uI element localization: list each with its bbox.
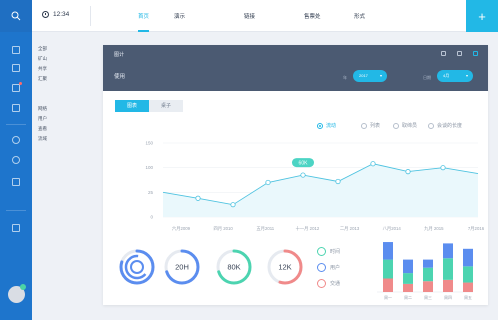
bar-segment [383, 259, 393, 279]
donut-label: 12K [278, 263, 291, 272]
bar-segment [423, 267, 433, 282]
home-icon[interactable] [12, 46, 20, 54]
donut-label: 20H [175, 263, 189, 272]
user-icon[interactable] [12, 136, 20, 144]
data-point [405, 169, 411, 175]
subnav-item[interactable]: 汇聚 [38, 74, 60, 84]
bar-segment [443, 243, 453, 259]
subnav-item[interactable]: 用户 [38, 114, 60, 124]
subnav-item[interactable]: 网络 [38, 104, 60, 114]
ring-icon [317, 247, 326, 256]
nav-links[interactable]: 链接 [244, 12, 255, 20]
ring-icon [317, 263, 326, 272]
search-button[interactable] [0, 0, 32, 32]
bar-category-label: 周二 [404, 294, 412, 300]
dashboard-card: 图计 使用 年 2017 ▾ 日期 4月 ▾ 图表 桌子 流动 列表 取缔员 会… [103, 45, 488, 305]
play-icon[interactable] [12, 224, 20, 232]
data-point [300, 172, 306, 178]
left-rail [0, 32, 32, 320]
search-icon [11, 11, 21, 21]
ring-icon [317, 279, 326, 288]
bar-segment [463, 266, 473, 283]
user-icon[interactable] [12, 156, 20, 164]
plus-icon: + [478, 8, 486, 24]
y-tick-label: 25 [148, 190, 154, 195]
bar-segment [403, 273, 413, 284]
bar-category-label: 周四 [444, 294, 452, 300]
y-tick-label: 100 [145, 165, 153, 170]
subnav-item[interactable]: 矿山 [38, 54, 60, 64]
bar-segment [403, 283, 413, 292]
bar-segment [423, 259, 433, 268]
book-icon[interactable] [12, 178, 20, 186]
line-area [163, 163, 478, 217]
mini-legend-label: 用户 [330, 265, 341, 271]
x-tick-label: 四月 2010 [213, 226, 233, 232]
x-tick-label: 八月2014 [383, 226, 402, 232]
bar-segment [463, 248, 473, 267]
nav-box-office[interactable]: 售票处 [304, 12, 321, 20]
x-tick-label: 十一月 2012 [296, 225, 320, 232]
data-point [440, 165, 446, 171]
charts-canvas: 0 25 100 150 60K 六月2009 四月 2010 五月2011 十一月 2012 二… [119, 141, 485, 300]
subnav-item[interactable]: 全部 [38, 44, 60, 54]
sub-navigation: 全部 矿山 共享 汇聚 网络 用户 查看 流域 [38, 44, 60, 144]
bar-category-label: 周一 [384, 294, 392, 300]
nav-demo[interactable]: 演示 [174, 12, 185, 20]
bar-segment [383, 278, 393, 292]
clock-icon [42, 11, 49, 18]
x-tick-label: 二月 2013 [340, 226, 360, 232]
y-tick-label: 0 [150, 215, 153, 220]
rail-divider [6, 124, 26, 125]
data-point [335, 178, 341, 185]
x-tick-label: 六月2009 [172, 225, 191, 232]
bar-category-label: 周五 [464, 294, 472, 300]
divider [90, 6, 91, 26]
notification-dot [19, 82, 22, 85]
bar-category-label: 周三 [424, 294, 432, 300]
nav-home[interactable]: 首页 [138, 12, 150, 32]
rail-divider [6, 210, 26, 211]
bar-segment [383, 242, 393, 260]
status-badge [20, 284, 26, 290]
subnav-item[interactable]: 查看 [38, 124, 60, 134]
mini-legend-time: 时间 [317, 247, 340, 256]
mini-legend-user: 用户 [317, 263, 340, 272]
bar-segment [443, 279, 453, 292]
add-button[interactable]: + [466, 0, 498, 32]
data-point [195, 195, 201, 201]
subnav-item[interactable]: 流域 [38, 134, 60, 144]
bar-segment [463, 282, 473, 292]
tooltip-label: 60K [299, 160, 309, 166]
data-point [265, 179, 271, 186]
mini-legend-label: 时间 [330, 249, 341, 255]
donut-inner-ring [130, 260, 144, 274]
subnav-item[interactable]: 共享 [38, 64, 60, 74]
nav-forms[interactable]: 形式 [354, 12, 365, 20]
mini-legend-traffic: 交通 [317, 279, 340, 288]
y-tick-label: 150 [145, 141, 153, 146]
clock: 12:34 [42, 11, 69, 18]
bar-segment [403, 259, 413, 274]
copy-icon[interactable] [12, 104, 20, 112]
document-icon[interactable] [12, 84, 20, 92]
x-tick-label: 九月 2015 [424, 225, 444, 232]
donut-label: 80K [227, 263, 240, 272]
data-point [370, 161, 376, 167]
top-bar: 12:34 首页 演示 链接 售票处 形式 + [0, 0, 498, 32]
bar-segment [423, 281, 433, 292]
bar-segment [443, 258, 453, 280]
clock-time: 12:34 [53, 11, 70, 18]
data-point [230, 202, 236, 208]
x-tick-label: 五月2011 [256, 226, 274, 232]
mini-legend-label: 交通 [330, 281, 341, 287]
x-tick-label: 7月2016 [468, 226, 485, 232]
monitor-icon[interactable] [12, 64, 20, 72]
